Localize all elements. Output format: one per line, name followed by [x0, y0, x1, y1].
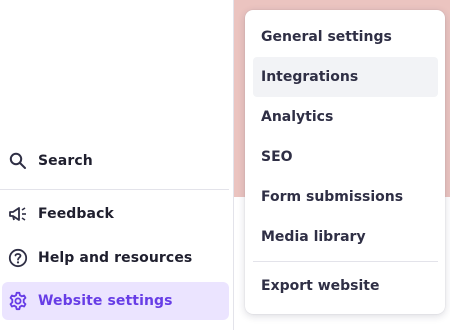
sidebar-item-label: Search	[38, 153, 93, 169]
help-circle-icon	[8, 248, 28, 268]
sidebar-item-website-settings[interactable]: Website settings	[2, 282, 229, 320]
search-icon	[8, 151, 28, 171]
sidebar-item-search[interactable]: Search	[2, 142, 229, 180]
megaphone-icon	[8, 204, 28, 224]
menu-item-form-submissions[interactable]: Form submissions	[253, 177, 438, 217]
menu-item-media-library[interactable]: Media library	[253, 217, 438, 257]
sidebar-item-label: Feedback	[38, 206, 114, 222]
menu-item-export-website[interactable]: Export website	[253, 266, 438, 306]
sidebar-item-help[interactable]: Help and resources	[2, 239, 229, 277]
menu-item-integrations[interactable]: Integrations	[253, 57, 438, 97]
sidebar-item-label: Website settings	[38, 293, 173, 309]
sidebar: Search Feedback Help and resources Websi…	[0, 0, 234, 330]
sidebar-item-feedback[interactable]: Feedback	[2, 195, 229, 233]
sidebar-divider	[0, 189, 229, 190]
sidebar-item-label: Help and resources	[38, 250, 193, 266]
gear-icon	[8, 291, 28, 311]
menu-item-analytics[interactable]: Analytics	[253, 97, 438, 137]
menu-divider	[253, 261, 438, 262]
website-settings-menu: General settings Integrations Analytics …	[245, 10, 445, 314]
menu-item-general-settings[interactable]: General settings	[253, 17, 438, 57]
menu-item-seo[interactable]: SEO	[253, 137, 438, 177]
